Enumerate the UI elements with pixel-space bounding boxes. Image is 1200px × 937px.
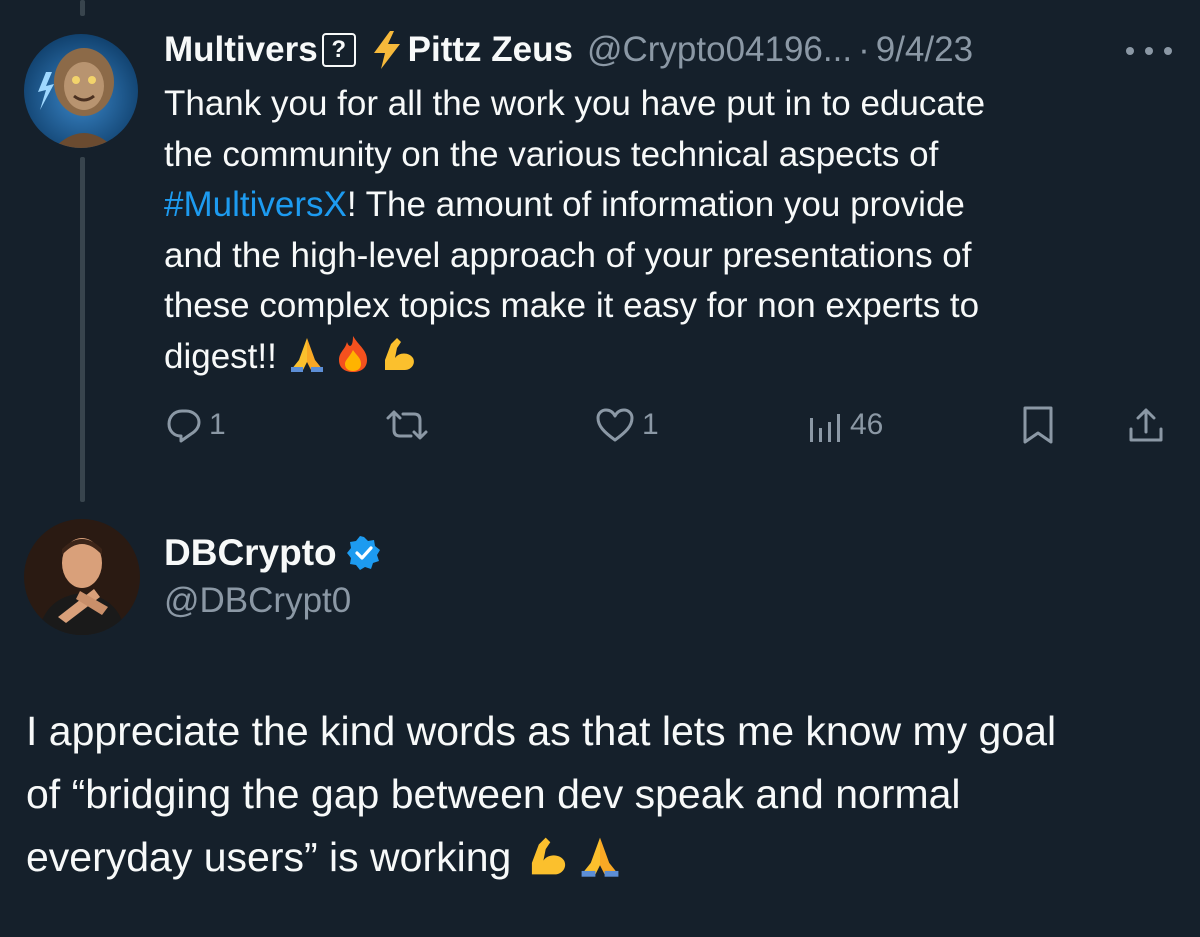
separator: · [858,30,870,69]
bookmark-button[interactable] [1020,400,1056,450]
lightning-emoji [372,31,402,69]
reply-tweet-header: Multivers ? Pittz Zeus @Crypto04196... ·… [164,26,1184,74]
emoji-group [525,833,623,879]
emoji-group [287,334,419,374]
tweet-text-line: everyday users” is working [26,826,1186,889]
views-bar-chart-icon [810,414,840,442]
share-icon [1129,408,1163,442]
tweet-text-line: digest!! [164,332,1164,383]
hashtag-suffix: ! [346,185,357,224]
fire-emoji [338,336,367,373]
tweet-text-line: of “bridging the gap between dev speak a… [26,771,961,817]
views-count: 46 [850,408,884,441]
reply-button[interactable]: 1 [165,400,226,450]
tweet-text-line: Thank you for all the work you have put … [164,84,986,123]
avatar[interactable] [24,519,140,635]
tweet-date[interactable]: 9/4/23 [876,30,973,70]
flexed-biceps-emoji [384,338,414,371]
like-count: 1 [642,408,659,441]
folded-hands-emoji [290,338,323,373]
flexed-biceps-emoji [532,837,566,875]
thread-line [80,157,85,502]
display-name[interactable]: Multivers [164,30,318,70]
tweet-text-line: these complex topics make it easy for no… [164,286,980,325]
display-name-suffix[interactable]: Pittz Zeus [408,30,573,70]
hashtag-link[interactable]: #MultiversX [164,185,347,224]
user-handle[interactable]: @DBCrypt0 [164,576,351,626]
retweet-button[interactable] [384,400,436,450]
views-button[interactable]: 46 [806,400,883,450]
display-name-text: DBCrypto [164,532,337,573]
thread-line-top [80,0,85,16]
reply-count: 1 [209,408,226,441]
folded-hands-emoji [581,837,619,877]
display-name[interactable]: DBCrypto [164,528,381,578]
tweet-text-line: and the high-level approach of your pres… [164,235,972,275]
reply-icon [167,409,201,443]
tweet-action-bar: 1 1 46 [0,400,1200,450]
tweet-text-segment: everyday users” is working [26,834,512,880]
tweet-text-segment: digest!! [164,336,277,376]
original-tweet-text: I appreciate the kind words as that lets… [26,700,1186,889]
retweet-icon [386,410,428,440]
like-button[interactable]: 1 [594,400,659,450]
unknown-glyph-icon: ? [321,33,356,67]
tweet-text-line: the community on the various technical a… [164,134,939,174]
heart-icon [596,408,634,442]
bookmark-icon [1023,406,1053,444]
reply-tweet-text: Thank you for all the work you have put … [164,79,1164,382]
tweet-text-line: #MultiversX! The amount of information y… [164,180,1164,231]
share-button[interactable] [1126,400,1166,450]
avatar[interactable] [24,34,138,148]
verified-badge-icon [346,536,381,570]
tweet-text-line: I appreciate the kind words as that lets… [26,708,1057,754]
more-horizontal-icon[interactable] [1126,44,1172,58]
user-handle[interactable]: @Crypto04196... [587,30,852,70]
tweet-text-segment: The amount of information you provide [365,185,965,224]
